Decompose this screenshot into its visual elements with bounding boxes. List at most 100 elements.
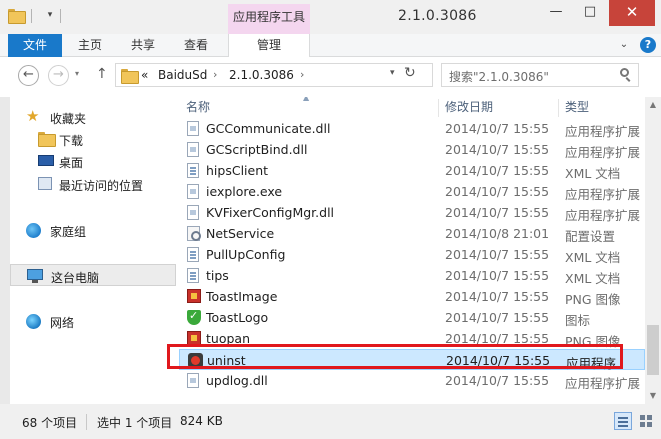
file-name[interactable]: iexplore.exe (206, 184, 282, 199)
file-name[interactable]: PullUpConfig (206, 247, 285, 262)
address-history-icon[interactable]: ▾ (390, 68, 395, 78)
file-type: XML 文档 (565, 271, 621, 286)
refresh-icon[interactable]: ↻ (404, 65, 416, 81)
scroll-down-icon[interactable]: ▼ (645, 388, 661, 404)
tab-share[interactable]: 共享 (131, 34, 155, 57)
file-name[interactable]: uninst (207, 353, 246, 368)
file-row[interactable]: tips 2014/10/7 15:55 XML 文档 (179, 265, 645, 286)
column-header-type[interactable]: 类型 (565, 97, 589, 117)
large-icons-view-icon[interactable] (637, 412, 655, 430)
file-row[interactable]: tuopan 2014/10/7 15:55 PNG 图像 (179, 328, 645, 349)
file-date: 2014/10/7 15:55 (445, 247, 550, 262)
file-date: 2014/10/7 15:55 (445, 121, 550, 136)
file-row[interactable]: KVFixerConfigMgr.dll 2014/10/7 15:55 应用程序扩… (179, 202, 645, 223)
selection-size: 824 KB (180, 414, 223, 428)
column-header-name[interactable]: 名称 (186, 97, 210, 117)
file-date: 2014/10/7 15:55 (445, 331, 550, 346)
nav-item-this-pc[interactable]: 这台电脑 (10, 264, 176, 286)
address-bar[interactable]: « BaiduSd › 2.1.0.3086 › (115, 63, 433, 87)
file-row[interactable]: PullUpConfig 2014/10/7 15:55 XML 文档 (179, 244, 645, 265)
file-name[interactable]: tuopan (206, 331, 250, 346)
quick-access-divider (60, 9, 61, 23)
file-name[interactable]: NetService (206, 226, 274, 241)
recent-locations-icon[interactable]: ▾ (75, 69, 79, 78)
file-row[interactable]: hipsClient 2014/10/7 15:55 XML 文档 (179, 160, 645, 181)
search-box[interactable]: 搜索"2.1.0.3086" (441, 63, 639, 87)
chevron-right-icon[interactable]: › (213, 68, 217, 81)
nav-item-downloads[interactable]: 下载 (10, 128, 176, 150)
file-name[interactable]: tips (206, 268, 229, 283)
window-title: 2.1.0.3086 (398, 8, 477, 24)
file-type: 应用程序扩展 (565, 187, 641, 202)
address-overflow[interactable]: « (141, 68, 148, 82)
file-name[interactable]: hipsClient (206, 163, 268, 178)
file-name[interactable]: GCScriptBind.dll (206, 142, 307, 157)
file-row[interactable]: uninst 2014/10/7 15:55 应用程序 (179, 349, 645, 371)
title-bar: ▾ 应用程序工具 2.1.0.3086 — □ ✕ (0, 0, 661, 34)
file-row[interactable]: iexplore.exe 2014/10/7 15:55 应用程序扩展 (179, 181, 645, 202)
column-divider[interactable] (438, 99, 439, 117)
file-date: 2014/10/7 15:55 (445, 163, 550, 178)
nav-item-homegroup[interactable]: 家庭组 (10, 219, 176, 241)
file-row[interactable]: GCScriptBind.dll 2014/10/7 15:55 应用程序扩展 (179, 139, 645, 160)
png-icon (187, 331, 201, 346)
scroll-thumb[interactable] (647, 325, 659, 375)
dll-icon (187, 121, 201, 136)
recent-places-icon (38, 177, 54, 191)
file-name[interactable]: KVFixerConfigMgr.dll (206, 205, 334, 220)
file-name[interactable]: updlog.dll (206, 373, 268, 388)
file-type: 应用程序扩展 (565, 124, 641, 139)
file-name[interactable]: ToastImage (206, 289, 277, 304)
nav-item-network[interactable]: 网络 (10, 310, 176, 332)
file-type: 图标 (565, 313, 591, 328)
status-bar: 68 个项目 选中 1 个项目 824 KB (0, 404, 661, 439)
details-view-icon[interactable] (614, 412, 632, 430)
expand-ribbon-icon[interactable]: ⌄ (617, 38, 631, 52)
up-button[interactable]: ↑ (96, 66, 108, 82)
scroll-up-icon[interactable]: ▲ (645, 97, 661, 113)
tab-home[interactable]: 主页 (78, 34, 102, 57)
minimize-button[interactable]: — (541, 0, 571, 26)
file-type: XML 文档 (565, 250, 621, 265)
breadcrumb-version[interactable]: 2.1.0.3086 (229, 68, 294, 82)
dll-icon (187, 373, 201, 388)
file-date: 2014/10/7 15:55 (445, 310, 550, 325)
help-icon[interactable]: ? (640, 37, 656, 53)
file-date: 2014/10/7 15:55 (445, 268, 550, 283)
tab-view[interactable]: 查看 (184, 34, 208, 57)
quick-access-folder-icon[interactable] (8, 8, 26, 24)
download-folder-icon (38, 132, 56, 147)
uninstaller-icon (188, 353, 203, 368)
sort-ascending-icon: ▲ (303, 97, 310, 102)
file-type: XML 文档 (565, 166, 621, 181)
tab-file[interactable]: 文件 (8, 34, 62, 57)
column-header-date[interactable]: 修改日期 (445, 97, 493, 117)
search-input[interactable]: 搜索"2.1.0.3086" (449, 68, 549, 85)
tab-manage[interactable]: 管理 (228, 34, 310, 58)
file-row[interactable]: updlog.dll 2014/10/7 15:55 应用程序扩展 (179, 370, 645, 391)
forward-button[interactable]: → (48, 65, 69, 86)
file-row[interactable]: NetService 2014/10/8 21:01 配置设置 (179, 223, 645, 244)
maximize-button[interactable]: □ (575, 0, 605, 26)
nav-item-favorites[interactable]: ★ 收藏夹 (10, 106, 176, 128)
close-button[interactable]: ✕ (609, 0, 655, 26)
file-type: PNG 图像 (565, 334, 621, 349)
file-list: 名称 ▲ 修改日期 类型 GCCommunicate.dll 2014/10/7 … (179, 97, 645, 404)
nav-item-desktop[interactable]: 桌面 (10, 150, 176, 172)
search-icon[interactable] (619, 68, 633, 82)
nav-label: 这台电脑 (51, 271, 100, 285)
column-divider[interactable] (558, 99, 559, 117)
breadcrumb-baidusd[interactable]: BaiduSd (158, 68, 207, 82)
back-button[interactable]: ← (18, 65, 39, 86)
item-count: 68 个项目 (22, 416, 78, 430)
file-row[interactable]: ToastImage 2014/10/7 15:55 PNG 图像 (179, 286, 645, 307)
file-name[interactable]: ToastLogo (206, 310, 268, 325)
chevron-right-icon[interactable]: › (300, 68, 304, 81)
file-name[interactable]: GCCommunicate.dll (206, 121, 330, 136)
customize-quick-access-icon[interactable]: ▾ (44, 8, 56, 22)
nav-label: 下载 (59, 134, 84, 148)
file-row[interactable]: ToastLogo 2014/10/7 15:55 图标 (179, 307, 645, 328)
nav-item-recent-places[interactable]: 最近访问的位置 (10, 173, 176, 195)
file-row[interactable]: GCCommunicate.dll 2014/10/7 15:55 应用程序扩展 (179, 118, 645, 139)
vertical-scrollbar[interactable]: ▲ ▼ (645, 97, 661, 404)
